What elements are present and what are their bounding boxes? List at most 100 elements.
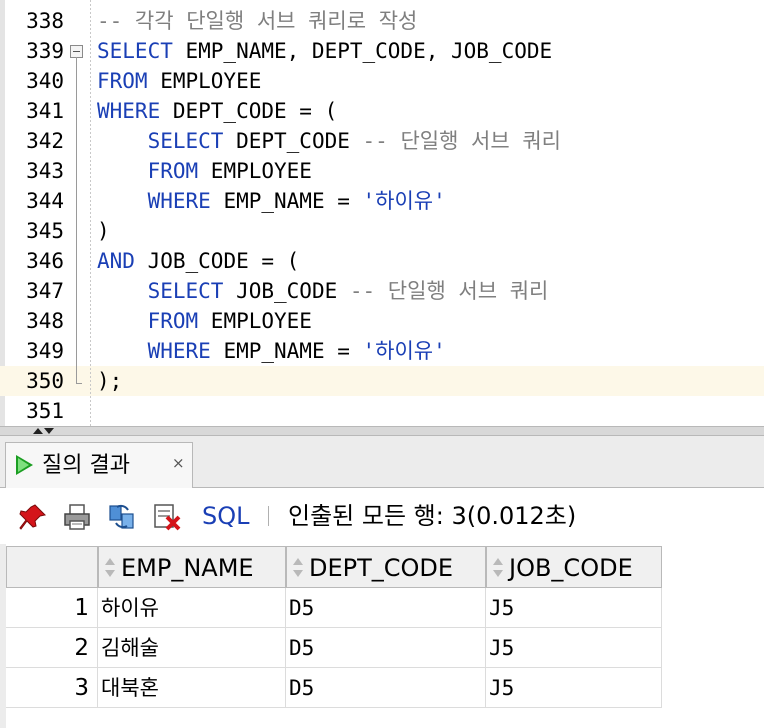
splitter-down-arrow-icon[interactable] (44, 428, 54, 434)
cell-job-code[interactable]: J5 (486, 588, 662, 628)
pin-icon[interactable] (18, 502, 48, 532)
code-text[interactable]: SELECT DEPT_CODE -- 단일행 서브 쿼리 (97, 126, 561, 156)
code-line[interactable]: 347 SELECT JOB_CODE -- 단일행 서브 쿼리 (0, 276, 764, 306)
code-line[interactable]: 350); (0, 366, 764, 396)
code-text[interactable]: FROM EMPLOYEE (97, 156, 312, 186)
fold-gutter (66, 0, 90, 426)
line-number: 340 (26, 69, 64, 93)
code-text[interactable]: WHERE DEPT_CODE = ( (97, 96, 337, 126)
line-number: 341 (26, 99, 64, 123)
code-line[interactable]: 339 SELECT EMP_NAME, DEPT_CODE, JOB_CODE (0, 36, 764, 66)
sort-icon[interactable] (493, 558, 503, 578)
line-number: 349 (26, 339, 64, 363)
pane-splitter[interactable] (0, 426, 764, 436)
toolbar-separator (268, 506, 269, 526)
code-line[interactable]: 341 WHERE DEPT_CODE = ( (0, 96, 764, 126)
sql-link[interactable]: SQL (202, 500, 250, 532)
code-line[interactable]: 348 FROM EMPLOYEE (0, 306, 764, 336)
sql-token: EMPLOYEE (198, 159, 312, 183)
code-text[interactable]: WHERE EMP_NAME = '하이유' (97, 186, 446, 216)
code-text[interactable]: WHERE EMP_NAME = '하이유' (97, 336, 446, 366)
results-grid[interactable]: EMP_NAME DEPT_CODE JOB_CODE 1 하이유 D5 J5 … (0, 544, 764, 728)
code-text[interactable]: FROM EMPLOYEE (97, 66, 261, 96)
sql-token: EMP_NAME, DEPT_CODE, JOB_CODE (172, 39, 553, 63)
print-icon[interactable] (62, 502, 92, 532)
sql-keyword: FROM (147, 309, 199, 333)
column-header-dept-code[interactable]: DEPT_CODE (286, 546, 486, 588)
cell-dept-code[interactable]: D5 (286, 668, 486, 708)
sql-token: EMPLOYEE (198, 309, 312, 333)
line-number: 339 (26, 39, 64, 63)
code-line[interactable]: 342 SELECT DEPT_CODE -- 단일행 서브 쿼리 (0, 126, 764, 156)
table-row[interactable]: 1 하이유 D5 J5 (6, 588, 662, 628)
sql-editor[interactable]: 338 -- 각각 단일행 서브 쿼리로 작성 339 SELECT EMP_NAME… (0, 0, 764, 426)
code-line[interactable]: 349 WHERE EMP_NAME = '하이유' (0, 336, 764, 366)
cell-emp-name[interactable]: 김해술 (98, 628, 286, 668)
sql-keyword: FROM (147, 159, 199, 183)
code-text[interactable]: SELECT JOB_CODE -- 단일행 서브 쿼리 (97, 276, 549, 306)
code-text[interactable]: FROM EMPLOYEE (97, 306, 312, 336)
results-toolbar: SQL 인출된 모든 행: 3(0.012초) (0, 488, 764, 544)
table-row[interactable]: 2 김해술 D5 J5 (6, 628, 662, 668)
gutter-dotted-divider (90, 0, 91, 426)
row-number: 2 (6, 628, 98, 668)
column-header-label: EMP_NAME (121, 554, 254, 582)
line-number: 346 (26, 249, 64, 273)
column-header-label: JOB_CODE (509, 554, 633, 582)
code-line[interactable]: 345) (0, 216, 764, 246)
code-line[interactable]: 340 FROM EMPLOYEE (0, 66, 764, 96)
code-line[interactable]: 351 (0, 396, 764, 426)
column-header-job-code[interactable]: JOB_CODE (486, 546, 662, 588)
refresh-icon[interactable] (107, 502, 137, 532)
sql-keyword: SELECT (147, 279, 224, 303)
code-text[interactable]: ) (97, 216, 110, 246)
code-line[interactable]: 346 AND JOB_CODE = ( (0, 246, 764, 276)
sort-icon[interactable] (105, 558, 115, 578)
code-text[interactable]: ); (97, 366, 122, 396)
run-query-icon (16, 455, 33, 475)
row-number-header (6, 546, 98, 588)
code-line[interactable]: 344 WHERE EMP_NAME = '하이유' (0, 186, 764, 216)
tab-close-icon[interactable]: × (172, 453, 185, 473)
sql-token: DEPT_CODE (223, 129, 363, 153)
line-number: 344 (26, 189, 64, 213)
column-header-emp-name[interactable]: EMP_NAME (98, 546, 286, 588)
sql-token: EMP_NAME = (210, 339, 363, 363)
cell-dept-code[interactable]: D5 (286, 628, 486, 668)
code-text[interactable]: AND JOB_CODE = ( (97, 246, 299, 276)
sql-keyword: SELECT (147, 129, 224, 153)
code-line[interactable]: 338 -- 각각 단일행 서브 쿼리로 작성 (0, 6, 764, 36)
line-number: 347 (26, 279, 64, 303)
line-number: 351 (26, 399, 64, 423)
tab-query-result[interactable]: 질의 결과 × (5, 442, 193, 488)
sql-token: ) (97, 219, 110, 243)
fetch-status-text: 인출된 모든 행: 3(0.012초) (288, 502, 577, 530)
sql-keyword: SELECT (97, 39, 173, 63)
code-text[interactable]: -- 각각 단일행 서브 쿼리로 작성 (97, 6, 417, 36)
sql-token: ); (97, 369, 123, 393)
row-number: 3 (6, 668, 98, 708)
export-icon[interactable] (152, 502, 182, 532)
cell-dept-code[interactable]: D5 (286, 588, 486, 628)
sql-comment: -- 각각 단일행 서브 쿼리로 작성 (97, 9, 418, 33)
code-text[interactable]: SELECT EMP_NAME, DEPT_CODE, JOB_CODE (97, 36, 552, 66)
table-row[interactable]: 3 대북혼 D5 J5 (6, 668, 662, 708)
sql-string: '하이유' (362, 339, 446, 363)
cell-job-code[interactable]: J5 (486, 668, 662, 708)
sql-keyword: WHERE (147, 189, 211, 213)
cell-emp-name[interactable]: 대북혼 (98, 668, 286, 708)
cell-job-code[interactable]: J5 (486, 628, 662, 668)
line-number: 343 (26, 159, 64, 183)
cell-emp-name[interactable]: 하이유 (98, 588, 286, 628)
sort-icon[interactable] (293, 558, 303, 578)
row-number: 1 (6, 588, 98, 628)
fold-guide-line (76, 57, 77, 383)
code-line[interactable]: 343 FROM EMPLOYEE (0, 156, 764, 186)
sql-token: JOB_CODE (223, 279, 350, 303)
sql-keyword: WHERE (147, 339, 211, 363)
sql-token: EMP_NAME = (210, 189, 363, 213)
splitter-up-arrow-icon[interactable] (33, 428, 43, 434)
